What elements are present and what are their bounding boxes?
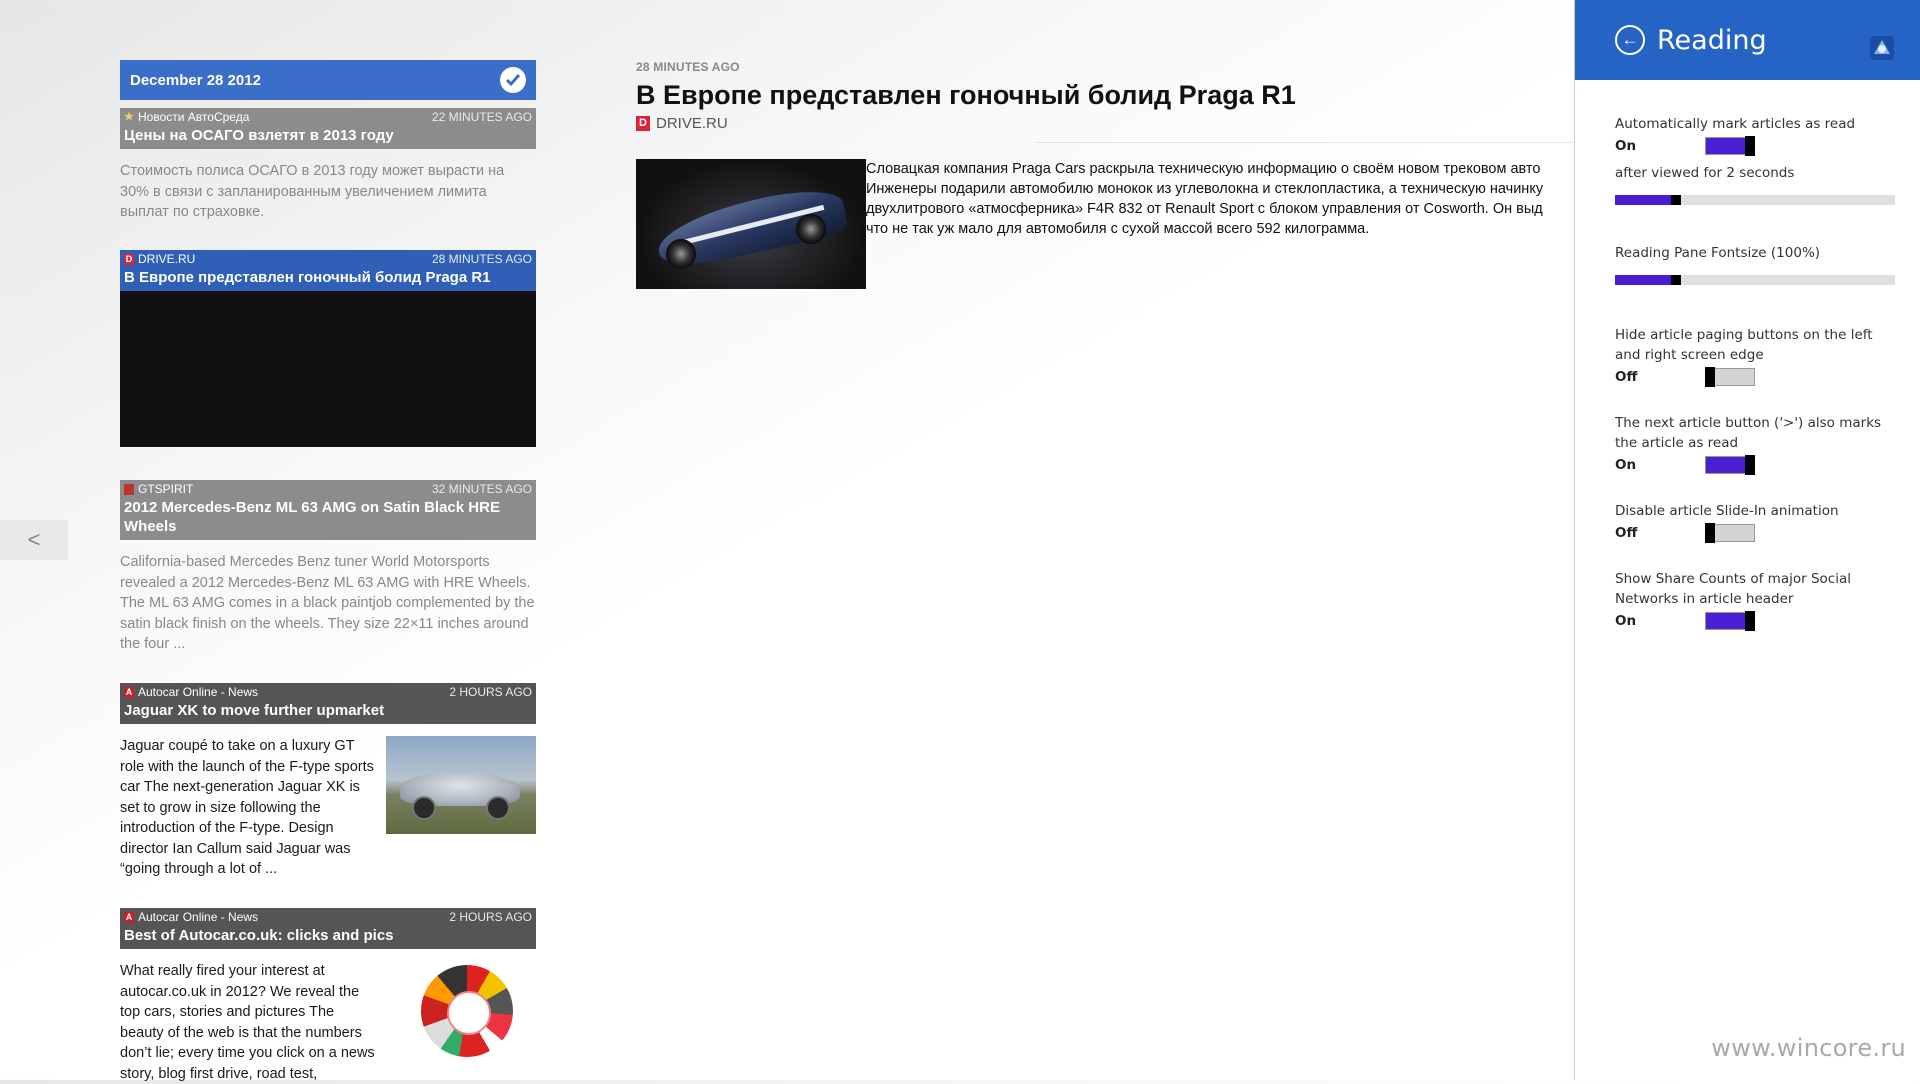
hide-paging-toggle[interactable] <box>1705 367 1755 387</box>
article-body-line: Инженеры подарили автомобилю монокок из … <box>866 181 1544 197</box>
list-item-source: GTSPIRIT <box>138 482 194 496</box>
list-item-time: 22 MINUTES AGO <box>431 110 532 124</box>
settings-pane: ← Reading Automatically mark articles as… <box>1574 0 1920 1080</box>
divider <box>1036 142 1636 143</box>
setting-hide-paging: Hide article paging buttons on the left … <box>1615 325 1895 387</box>
setting-state: On <box>1615 457 1637 473</box>
setting-label: Reading Pane Fontsize (100%) <box>1615 245 1821 261</box>
settings-title: Reading <box>1657 24 1767 56</box>
setting-label: The next article button ('>') also marks… <box>1615 415 1882 451</box>
article-title[interactable]: В Европе представлен гоночный болид Prag… <box>636 78 1576 112</box>
auto-mark-toggle[interactable] <box>1705 136 1755 156</box>
mark-all-read-button[interactable] <box>500 67 526 93</box>
back-arrow-icon[interactable]: ← <box>1615 25 1645 55</box>
article-time: 28 MINUTES AGO <box>636 60 740 74</box>
list-item-title: 2012 Mercedes-Benz ML 63 AMG on Satin Bl… <box>124 499 500 535</box>
app-logo-icon <box>1870 36 1894 60</box>
previous-pane-button[interactable]: < <box>0 520 68 560</box>
list-item-source: Новости АвтоСреда <box>138 110 250 124</box>
setting-fontsize: Reading Pane Fontsize (100%) <box>1615 243 1895 285</box>
reading-pane: 28 MINUTES AGO В Европе представлен гоно… <box>636 60 1636 289</box>
list-item[interactable]: A Autocar Online - News 2 HOURS AGO Jagua… <box>120 683 536 880</box>
source-badge-icon: A <box>124 687 134 698</box>
setting-label: Automatically mark articles as read <box>1615 116 1856 132</box>
article-body-line: что не так уж мало для автомобиля с сухо… <box>866 221 1370 237</box>
article-source[interactable]: D DRIVE.RU <box>636 115 1576 132</box>
article-body-line: двухлитрового «атмосферника» F4R 832 от … <box>866 201 1543 217</box>
list-item-header: A Autocar Online - News 2 HOURS AGO Jagua… <box>120 683 536 724</box>
source-badge-icon: ★ <box>124 111 134 123</box>
source-badge-icon: A <box>124 912 134 923</box>
list-item-source: Autocar Online - News <box>138 910 259 924</box>
settings-header: ← Reading <box>1575 0 1920 80</box>
list-item-time: 2 HOURS AGO <box>449 685 532 699</box>
setting-state: On <box>1615 613 1637 629</box>
setting-label: Hide article paging buttons on the left … <box>1615 327 1873 363</box>
list-item-title: Цены на ОСАГО взлетят в 2013 году <box>124 127 394 144</box>
list-item-excerpt: California-based Mercedes Benz tuner Wor… <box>120 554 535 652</box>
setting-state: Off <box>1615 369 1638 385</box>
source-badge-icon: D <box>124 254 134 265</box>
list-item-header: ★ Новости АвтоСреда 22 MINUTES AGO Цены н… <box>120 108 536 149</box>
list-item-source: Autocar Online - News <box>138 685 259 699</box>
article-body: Словацкая компания Praga Cars раскрыла т… <box>866 159 1576 289</box>
setting-auto-mark: Automatically mark articles as read On a… <box>1615 114 1895 205</box>
list-item-header: A Autocar Online - News 2 HOURS AGO Best … <box>120 908 536 949</box>
mark-delay-slider[interactable] <box>1615 195 1895 205</box>
article-source-label: DRIVE.RU <box>656 115 728 132</box>
list-item-title: Best of Autocar.co.uk: clicks and pics <box>124 927 394 944</box>
setting-next-marks: The next article button ('>') also marks… <box>1615 413 1895 475</box>
article-list: December 28 2012 ★ Новости АвтоСреда 22 M… <box>120 60 536 1082</box>
share-counts-toggle[interactable] <box>1705 611 1755 631</box>
disable-slide-toggle[interactable] <box>1705 523 1755 543</box>
list-item-excerpt: What really fired your interest at autoc… <box>120 963 375 1082</box>
date-header[interactable]: December 28 2012 <box>120 60 536 100</box>
next-marks-toggle[interactable] <box>1705 455 1755 475</box>
check-icon <box>505 74 521 87</box>
list-item-thumbnail <box>386 736 536 834</box>
watermark: www.wincore.ru <box>1711 1034 1906 1062</box>
list-item-time: 2 HOURS AGO <box>449 910 532 924</box>
setting-disable-slide: Disable article Slide-In animation Off <box>1615 501 1895 543</box>
source-badge-icon <box>124 484 134 495</box>
list-item-excerpt: Стоимость полиса ОСАГО в 2013 году может… <box>120 163 505 220</box>
article-body-line: Словацкая компания Praga Cars раскрыла т… <box>866 161 1541 177</box>
source-badge-icon: D <box>636 116 650 131</box>
setting-share-counts: Show Share Counts of major Social Networ… <box>1615 569 1895 631</box>
list-item-title: В Европе представлен гоночный болид Prag… <box>124 269 491 286</box>
date-label: December 28 2012 <box>130 71 261 89</box>
setting-label: Show Share Counts of major Social Networ… <box>1615 571 1851 607</box>
list-item-header: D DRIVE.RU 28 MINUTES AGO В Европе предст… <box>120 250 536 291</box>
fontsize-slider[interactable] <box>1615 275 1895 285</box>
setting-label: after viewed for 2 seconds <box>1615 165 1795 181</box>
list-item-selected[interactable]: D DRIVE.RU 28 MINUTES AGO В Европе предст… <box>120 250 536 447</box>
list-item[interactable]: ★ Новости АвтоСреда 22 MINUTES AGO Цены н… <box>120 108 536 223</box>
list-item-source: DRIVE.RU <box>138 252 196 266</box>
setting-state: On <box>1615 138 1637 154</box>
setting-state: Off <box>1615 525 1638 541</box>
list-item-title: Jaguar XK to move further upmarket <box>124 702 385 719</box>
list-item-thumbnail <box>386 961 536 1069</box>
setting-label: Disable article Slide-In animation <box>1615 503 1839 519</box>
list-item[interactable]: A Autocar Online - News 2 HOURS AGO Best … <box>120 908 536 1084</box>
list-item[interactable]: GTSPIRIT 32 MINUTES AGO 2012 Mercedes-Be… <box>120 480 536 655</box>
chevron-left-icon: < <box>27 527 41 552</box>
article-image <box>636 159 866 289</box>
list-item-header: GTSPIRIT 32 MINUTES AGO 2012 Mercedes-Be… <box>120 480 536 540</box>
list-item-time: 28 MINUTES AGO <box>431 252 532 266</box>
list-item-image <box>120 291 536 447</box>
list-item-time: 32 MINUTES AGO <box>431 482 532 496</box>
list-item-excerpt: Jaguar coupé to take on a luxury GT role… <box>120 738 374 877</box>
